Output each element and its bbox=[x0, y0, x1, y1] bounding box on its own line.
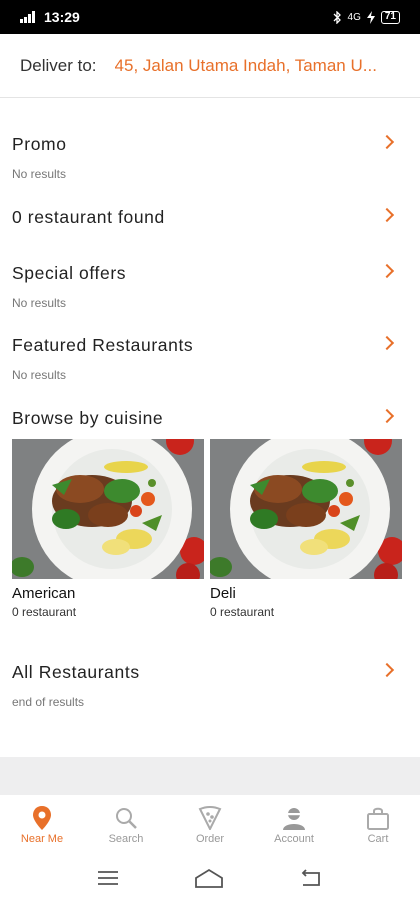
promo-empty-text: No results bbox=[12, 167, 67, 181]
nav-account[interactable]: Account bbox=[254, 805, 334, 845]
special-offers-empty-text: No results bbox=[12, 296, 67, 310]
cuisine-name: Deli bbox=[210, 585, 236, 602]
nav-label: Account bbox=[274, 833, 314, 845]
promo-section[interactable]: Promo No results bbox=[0, 130, 420, 188]
featured-empty-text: No results bbox=[12, 368, 67, 382]
all-restaurants-section[interactable]: All Restaurants end of results bbox=[0, 658, 420, 716]
network-type: 4G bbox=[347, 11, 361, 23]
restaurant-count-title: 0 restaurant found bbox=[12, 207, 165, 227]
system-navigation-bar bbox=[0, 855, 420, 900]
featured-title: Featured Restaurants bbox=[12, 335, 194, 355]
delivery-address-bar[interactable]: Deliver to: 45, Jalan Utama Indah, Taman… bbox=[0, 34, 420, 98]
home-icon[interactable] bbox=[194, 868, 224, 888]
browse-cuisine-title: Browse by cuisine bbox=[12, 408, 164, 428]
chevron-right-icon[interactable] bbox=[379, 263, 395, 279]
location-pin-icon bbox=[33, 806, 51, 830]
battery-level: 71 bbox=[380, 10, 400, 24]
signal-icon bbox=[20, 11, 35, 23]
deliver-label: Deliver to: bbox=[20, 55, 97, 75]
delivery-address[interactable]: 45, Jalan Utama Indah, Taman U... bbox=[115, 56, 400, 76]
chevron-right-icon[interactable] bbox=[379, 207, 395, 223]
cuisine-card-deli[interactable]: Deli 0 restaurant bbox=[210, 439, 402, 619]
nav-label: Near Me bbox=[20, 833, 64, 845]
end-of-results-text: end of results bbox=[12, 695, 85, 709]
account-icon bbox=[283, 808, 305, 830]
all-restaurants-title: All Restaurants bbox=[12, 662, 140, 682]
cuisine-image bbox=[12, 439, 204, 579]
menu-icon[interactable] bbox=[97, 870, 119, 886]
browse-cuisine-section[interactable]: Browse by cuisine bbox=[0, 404, 420, 434]
chevron-right-icon[interactable] bbox=[379, 408, 395, 424]
status-bar: 13:29 4G 71 bbox=[0, 0, 420, 34]
status-time: 13:29 bbox=[44, 9, 80, 25]
cuisine-card-american[interactable]: American 0 restaurant bbox=[12, 439, 204, 619]
chevron-right-icon[interactable] bbox=[379, 662, 395, 678]
content-end-divider bbox=[0, 757, 420, 795]
promo-title: Promo bbox=[12, 134, 67, 154]
bottom-navigation: Near Me Search Order Account Cart bbox=[0, 795, 420, 855]
cuisine-restaurant-count: 0 restaurant bbox=[210, 605, 275, 619]
nav-search[interactable]: Search bbox=[86, 805, 166, 845]
chevron-right-icon[interactable] bbox=[379, 134, 395, 150]
chevron-right-icon[interactable] bbox=[379, 335, 395, 351]
nav-cart[interactable]: Cart bbox=[338, 805, 418, 845]
cart-icon bbox=[367, 807, 389, 830]
cuisine-image bbox=[210, 439, 402, 579]
nav-label: Search bbox=[108, 833, 144, 845]
nav-label: Cart bbox=[367, 833, 389, 845]
special-offers-section[interactable]: Special offers No results bbox=[0, 259, 420, 317]
nav-near-me[interactable]: Near Me bbox=[2, 805, 82, 845]
nav-order[interactable]: Order bbox=[170, 805, 250, 845]
pizza-icon bbox=[198, 806, 222, 830]
bluetooth-icon bbox=[333, 10, 341, 24]
cuisine-restaurant-count: 0 restaurant bbox=[12, 605, 77, 619]
restaurant-found-section[interactable]: 0 restaurant found bbox=[0, 203, 420, 233]
charging-icon bbox=[366, 10, 375, 24]
featured-section[interactable]: Featured Restaurants No results bbox=[0, 331, 420, 389]
search-icon bbox=[116, 808, 137, 829]
cuisine-name: American bbox=[12, 585, 76, 602]
back-icon[interactable] bbox=[299, 868, 323, 887]
nav-label: Order bbox=[195, 833, 225, 845]
special-offers-title: Special offers bbox=[12, 263, 127, 283]
